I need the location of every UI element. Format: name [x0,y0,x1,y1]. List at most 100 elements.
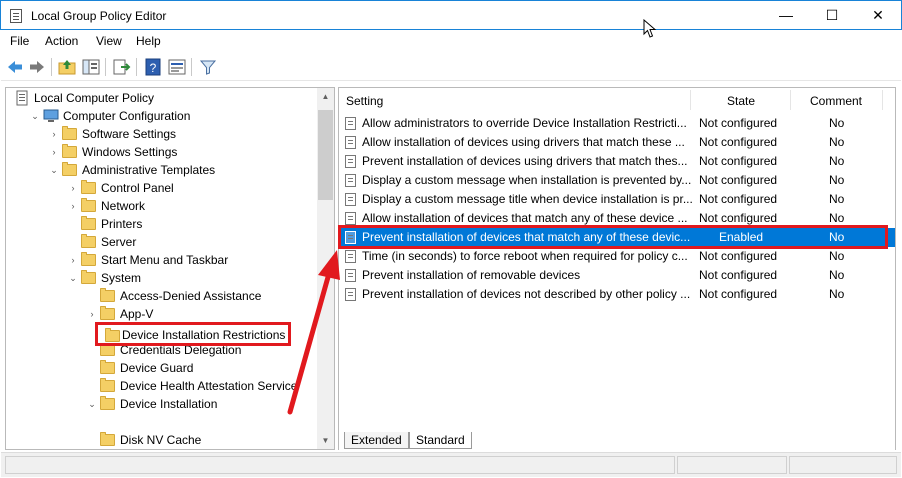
column-header-state[interactable]: State [727,88,755,110]
policy-row[interactable]: Display a custom message when installati… [339,171,895,190]
tree-scrollbar[interactable]: ▲ ▼ [317,88,334,449]
close-button[interactable]: ✕ [855,1,901,30]
toolbar: ? [1,53,901,81]
show-hide-tree-icon[interactable] [81,57,101,77]
status-bar [1,452,901,477]
collapse-chevron-icon[interactable]: ⌄ [68,269,78,287]
policy-setting-name: Time (in seconds) to force reboot when r… [362,249,688,263]
help-icon[interactable]: ? [143,57,163,77]
scroll-thumb[interactable] [318,110,333,200]
policy-state: Not configured [699,135,778,149]
policy-row[interactable]: Prevent installation of removable device… [339,266,895,285]
tree-item-label: Server [101,235,137,249]
policy-setting-icon [345,155,356,168]
menu-help[interactable]: Help [136,34,161,48]
tree-item-label: Device Health Attestation Service [120,379,298,393]
policy-setting-icon [345,136,356,149]
menu-bar: File Action View Help [1,30,901,52]
window-title: Local Group Policy Editor [31,9,167,23]
policy-row[interactable]: Allow installation of devices using driv… [339,133,895,152]
tree-item-label: Disk NV Cache [120,433,202,447]
policy-setting-icon [345,193,356,206]
tree-item-label: Printers [101,217,143,231]
title-bar: Local Group Policy Editor — ☐ ✕ [0,0,902,30]
tree-item-label: Windows Settings [82,145,178,159]
policy-setting-icon [345,269,356,282]
tab-extended[interactable]: Extended [344,432,409,449]
tree-item-label: Control Panel [101,181,174,195]
policy-comment: No [829,192,845,206]
svg-text:?: ? [150,61,157,75]
policy-row[interactable]: Time (in seconds) to force reboot when r… [339,247,895,266]
minimize-button[interactable]: — [763,1,809,30]
policy-setting-name: Allow administrators to override Device … [362,116,687,130]
properties-icon[interactable] [167,57,187,77]
policy-setting-icon [345,212,356,225]
scroll-down-icon[interactable]: ▼ [317,432,334,449]
menu-action[interactable]: Action [45,34,78,48]
console-tree[interactable]: Local Computer Policy ⌄ Computer Configura… [5,87,335,450]
export-list-icon[interactable] [111,57,131,77]
policy-setting-name: Prevent installation of removable device… [362,268,581,282]
up-folder-icon[interactable] [57,57,77,77]
folder-icon [62,144,77,158]
policy-state: Not configured [699,173,778,187]
policy-state: Not configured [699,287,778,301]
tree-item-label: App-V [120,307,154,321]
maximize-button[interactable]: ☐ [809,1,855,30]
back-icon[interactable] [5,57,25,77]
status-cell-3 [789,456,897,474]
folder-icon [100,432,115,446]
tree-item-label: Computer Configuration [63,109,191,123]
policy-setting-name: Prevent installation of devices using dr… [362,154,688,168]
folder-icon [81,198,96,212]
tree-item-label: System [101,271,142,285]
policy-setting-name: Display a custom message when installati… [362,173,692,187]
forward-icon[interactable] [27,57,47,77]
selected-tree-node-highlight[interactable]: Device Installation Restrictions [95,322,291,346]
menu-view[interactable]: View [96,34,122,48]
menu-file[interactable]: File [10,34,29,48]
status-cell-2 [677,456,787,474]
status-cell-main [5,456,675,474]
tree-item-label: Access-Denied Assistance [120,289,262,303]
expand-chevron-icon[interactable]: › [49,143,59,161]
tree-item-label: Device Guard [120,361,194,375]
policy-setting-icon [345,250,356,263]
expand-chevron-icon[interactable]: › [68,197,78,215]
column-header-comment[interactable]: Comment [810,88,862,110]
policy-comment: No [829,135,845,149]
expand-chevron-icon[interactable]: › [68,179,78,197]
tree-item-label: Start Menu and Taskbar [101,253,229,267]
collapse-chevron-icon[interactable]: ⌄ [30,107,40,125]
policy-row[interactable]: Allow administrators to override Device … [339,114,895,133]
selected-tree-node-label: Device Installation Restrictions [122,328,286,342]
policy-setting-icon [345,117,356,130]
scroll-up-icon[interactable]: ▲ [317,88,334,105]
folder-icon [105,328,120,342]
settings-list[interactable]: Setting State Comment Allow administrato… [338,87,896,450]
expand-chevron-icon[interactable]: › [87,305,97,323]
folder-icon [100,378,115,392]
column-header-setting[interactable]: Setting [346,88,383,110]
tree-item-label: Administrative Templates [82,163,216,177]
tree-item-label: Software Settings [82,127,177,141]
filter-icon[interactable] [198,57,218,77]
expand-chevron-icon[interactable]: › [68,251,78,269]
folder-icon [81,216,96,230]
policy-state: Not configured [699,116,778,130]
collapse-chevron-icon[interactable]: ⌄ [87,395,97,413]
policy-state: Not configured [699,268,778,282]
folder-icon [100,396,115,410]
tab-standard[interactable]: Standard [409,432,472,449]
policy-row[interactable]: Prevent installation of devices using dr… [339,152,895,171]
policy-setting-name: Allow installation of devices using driv… [362,135,685,149]
policy-comment: No [829,154,845,168]
policy-row[interactable]: Prevent installation of devices not desc… [339,285,895,304]
folder-icon [100,360,115,374]
collapse-chevron-icon[interactable]: ⌄ [49,161,59,179]
folder-icon [81,234,96,248]
folder-icon [100,306,115,320]
policy-row[interactable]: Display a custom message title when devi… [339,190,895,209]
expand-chevron-icon[interactable]: › [49,125,59,143]
